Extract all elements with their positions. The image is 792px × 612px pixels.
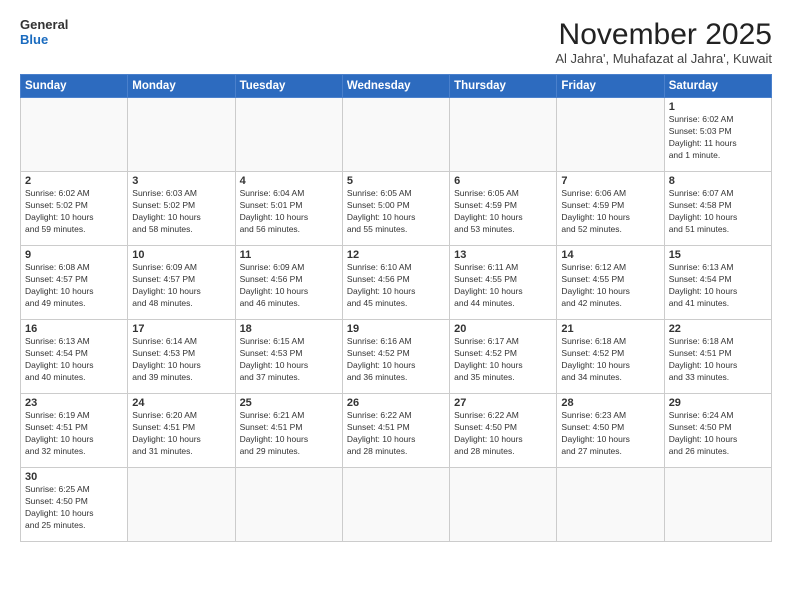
day-26: 26 Sunrise: 6:22 AMSunset: 4:51 PMDaylig… [342,394,449,468]
day-3: 3 Sunrise: 6:03 AMSunset: 5:02 PMDayligh… [128,172,235,246]
title-block: November 2025 Al Jahra', Muhafazat al Ja… [555,18,772,66]
day-21: 21 Sunrise: 6:18 AMSunset: 4:52 PMDaylig… [557,320,664,394]
week-row-1: 1 Sunrise: 6:02 AMSunset: 5:03 PMDayligh… [21,98,772,172]
day-19: 19 Sunrise: 6:16 AMSunset: 4:52 PMDaylig… [342,320,449,394]
empty-cell [450,98,557,172]
day-2: 2 Sunrise: 6:02 AMSunset: 5:02 PMDayligh… [21,172,128,246]
header-saturday: Saturday [664,75,771,98]
day-29: 29 Sunrise: 6:24 AMSunset: 4:50 PMDaylig… [664,394,771,468]
empty-cell [664,468,771,542]
day-22: 22 Sunrise: 6:18 AMSunset: 4:51 PMDaylig… [664,320,771,394]
header-monday: Monday [128,75,235,98]
header: General Blue November 2025 Al Jahra', Mu… [20,18,772,66]
empty-cell [235,98,342,172]
day-25: 25 Sunrise: 6:21 AMSunset: 4:51 PMDaylig… [235,394,342,468]
day-30: 30 Sunrise: 6:25 AMSunset: 4:50 PMDaylig… [21,468,128,542]
header-friday: Friday [557,75,664,98]
day-1: 1 Sunrise: 6:02 AMSunset: 5:03 PMDayligh… [664,98,771,172]
header-sunday: Sunday [21,75,128,98]
day-24: 24 Sunrise: 6:20 AMSunset: 4:51 PMDaylig… [128,394,235,468]
empty-cell [21,98,128,172]
day-4: 4 Sunrise: 6:04 AMSunset: 5:01 PMDayligh… [235,172,342,246]
day-27: 27 Sunrise: 6:22 AMSunset: 4:50 PMDaylig… [450,394,557,468]
empty-cell [128,98,235,172]
day-15: 15 Sunrise: 6:13 AMSunset: 4:54 PMDaylig… [664,246,771,320]
day-13: 13 Sunrise: 6:11 AMSunset: 4:55 PMDaylig… [450,246,557,320]
logo: General Blue [20,18,68,48]
day-9: 9 Sunrise: 6:08 AMSunset: 4:57 PMDayligh… [21,246,128,320]
header-thursday: Thursday [450,75,557,98]
day-7: 7 Sunrise: 6:06 AMSunset: 4:59 PMDayligh… [557,172,664,246]
day-16: 16 Sunrise: 6:13 AMSunset: 4:54 PMDaylig… [21,320,128,394]
day-11: 11 Sunrise: 6:09 AMSunset: 4:56 PMDaylig… [235,246,342,320]
empty-cell [450,468,557,542]
day-17: 17 Sunrise: 6:14 AMSunset: 4:53 PMDaylig… [128,320,235,394]
day-14: 14 Sunrise: 6:12 AMSunset: 4:55 PMDaylig… [557,246,664,320]
day-10: 10 Sunrise: 6:09 AMSunset: 4:57 PMDaylig… [128,246,235,320]
empty-cell [557,468,664,542]
day-8: 8 Sunrise: 6:07 AMSunset: 4:58 PMDayligh… [664,172,771,246]
day-12: 12 Sunrise: 6:10 AMSunset: 4:56 PMDaylig… [342,246,449,320]
week-row-4: 16 Sunrise: 6:13 AMSunset: 4:54 PMDaylig… [21,320,772,394]
empty-cell [128,468,235,542]
location: Al Jahra', Muhafazat al Jahra', Kuwait [555,51,772,66]
day-18: 18 Sunrise: 6:15 AMSunset: 4:53 PMDaylig… [235,320,342,394]
week-row-3: 9 Sunrise: 6:08 AMSunset: 4:57 PMDayligh… [21,246,772,320]
empty-cell [557,98,664,172]
week-row-6: 30 Sunrise: 6:25 AMSunset: 4:50 PMDaylig… [21,468,772,542]
day-6: 6 Sunrise: 6:05 AMSunset: 4:59 PMDayligh… [450,172,557,246]
day-28: 28 Sunrise: 6:23 AMSunset: 4:50 PMDaylig… [557,394,664,468]
header-tuesday: Tuesday [235,75,342,98]
week-row-5: 23 Sunrise: 6:19 AMSunset: 4:51 PMDaylig… [21,394,772,468]
empty-cell [235,468,342,542]
calendar: Sunday Monday Tuesday Wednesday Thursday… [20,74,772,542]
week-row-2: 2 Sunrise: 6:02 AMSunset: 5:02 PMDayligh… [21,172,772,246]
day-20: 20 Sunrise: 6:17 AMSunset: 4:52 PMDaylig… [450,320,557,394]
month-title: November 2025 [555,18,772,51]
logo-blue: Blue [20,33,68,48]
logo-general: General [20,18,68,33]
day-23: 23 Sunrise: 6:19 AMSunset: 4:51 PMDaylig… [21,394,128,468]
empty-cell [342,98,449,172]
weekday-header-row: Sunday Monday Tuesday Wednesday Thursday… [21,75,772,98]
day-5: 5 Sunrise: 6:05 AMSunset: 5:00 PMDayligh… [342,172,449,246]
page: General Blue November 2025 Al Jahra', Mu… [0,0,792,612]
header-wednesday: Wednesday [342,75,449,98]
empty-cell [342,468,449,542]
